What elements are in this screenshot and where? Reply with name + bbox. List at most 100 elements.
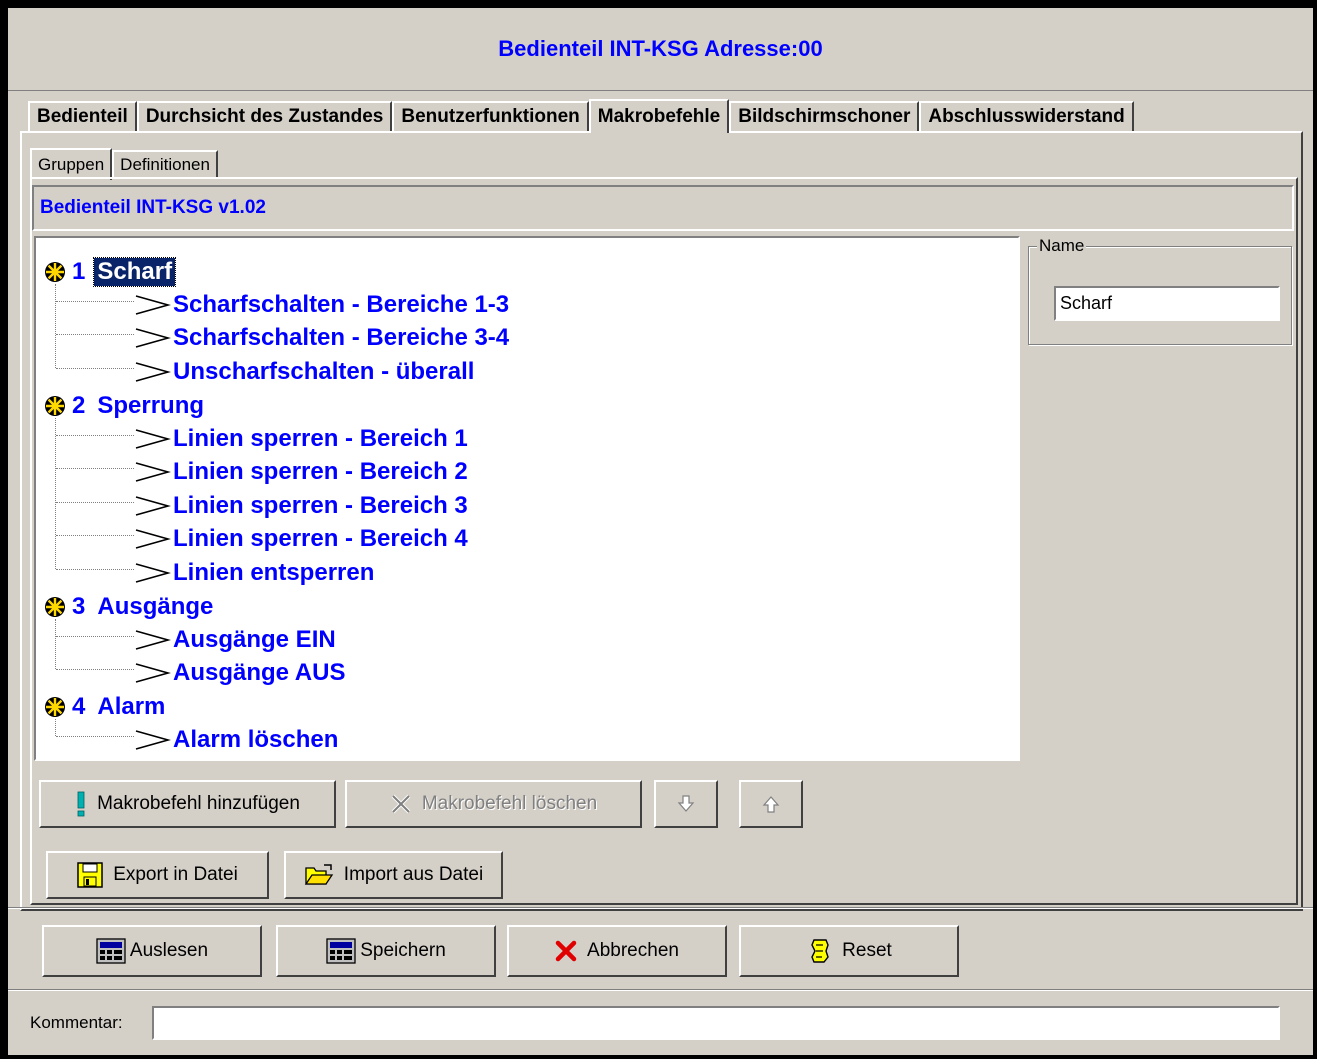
move-up-button[interactable] bbox=[739, 780, 803, 828]
macro-label: Linien entsperren bbox=[173, 559, 375, 586]
delete-macro-button[interactable]: Makrobefehl löschen bbox=[345, 780, 642, 828]
tab-makrobefehle[interactable]: Makrobefehle bbox=[588, 99, 730, 133]
tree-macro-item[interactable]: Unscharfschalten - überall bbox=[134, 357, 474, 387]
tree-connector bbox=[56, 636, 134, 637]
reset-icon bbox=[811, 939, 829, 963]
macro-label: Scharfschalten - Bereiche 3-4 bbox=[173, 324, 510, 351]
tree-group-2[interactable]: 2 Sperrung bbox=[44, 391, 207, 421]
star-bullet-icon bbox=[45, 396, 65, 416]
tree-connector bbox=[55, 619, 56, 669]
triangle-arrow-icon bbox=[135, 730, 171, 750]
tree-macro-item[interactable]: Linien entsperren bbox=[134, 558, 374, 588]
name-input[interactable] bbox=[1054, 286, 1280, 321]
version-label: Bedienteil INT-KSG v1.02 bbox=[32, 185, 1294, 231]
group-number: 3 bbox=[72, 593, 86, 620]
tree-macro-item[interactable]: Scharfschalten - Bereiche 3-4 bbox=[134, 323, 509, 353]
group-label[interactable]: Ausgänge bbox=[94, 593, 216, 621]
main-window: Bedienteil INT-KSG Adresse:00 Bedienteil… bbox=[8, 8, 1313, 1055]
tree-macro-item[interactable]: Linien sperren - Bereich 4 bbox=[134, 524, 468, 554]
add-macro-label: Makrobefehl hinzufügen bbox=[97, 793, 300, 814]
macro-label: Ausgänge EIN bbox=[173, 626, 336, 653]
tree-connector bbox=[56, 502, 134, 503]
tree-macro-item[interactable]: Linien sperren - Bereich 2 bbox=[134, 457, 468, 487]
tab-abschlusswiderstand[interactable]: Abschlusswiderstand bbox=[919, 101, 1134, 131]
star-bullet-icon bbox=[45, 597, 65, 617]
cross-icon bbox=[391, 794, 411, 814]
macro-label: Ausgänge AUS bbox=[173, 659, 346, 686]
macro-tree[interactable]: 1 Scharf Scharfschalten - Bereiche 1-3 S… bbox=[34, 236, 1020, 761]
import-label: Import aus Datei bbox=[343, 864, 484, 885]
triangle-arrow-icon bbox=[135, 362, 171, 382]
comment-input[interactable] bbox=[152, 1006, 1280, 1040]
star-bullet-icon bbox=[45, 262, 65, 282]
triangle-arrow-icon bbox=[135, 563, 171, 583]
star-bullet-icon bbox=[45, 697, 65, 717]
read-button[interactable]: Auslesen bbox=[42, 925, 262, 977]
triangle-arrow-icon bbox=[135, 295, 171, 315]
macro-label: Scharfschalten - Bereiche 1-3 bbox=[173, 291, 510, 318]
reset-button[interactable]: Reset bbox=[739, 925, 959, 977]
calculator-icon bbox=[96, 938, 126, 964]
cancel-button[interactable]: Abbrechen bbox=[507, 925, 727, 977]
macro-label: Unscharfschalten - überall bbox=[173, 358, 475, 385]
tree-connector bbox=[56, 435, 134, 436]
subtab-definitionen[interactable]: Definitionen bbox=[112, 150, 218, 178]
subtab-gruppen[interactable]: Gruppen bbox=[30, 148, 113, 180]
import-button[interactable]: Import aus Datei bbox=[284, 851, 503, 899]
name-groupbox: Name bbox=[1028, 236, 1292, 345]
arrow-down-icon bbox=[677, 795, 695, 812]
group-label[interactable]: Scharf bbox=[93, 257, 177, 287]
group-number: 2 bbox=[72, 392, 86, 419]
tree-macro-item[interactable]: Ausgänge EIN bbox=[134, 625, 336, 655]
reset-label: Reset bbox=[842, 940, 892, 961]
tree-connector bbox=[55, 418, 56, 569]
tab-bildschirmschoner[interactable]: Bildschirmschoner bbox=[729, 101, 920, 131]
triangle-arrow-icon bbox=[135, 630, 171, 650]
macro-label: Linien sperren - Bereich 1 bbox=[173, 425, 468, 452]
sub-tab-bar: Gruppen Definitionen bbox=[30, 144, 218, 180]
tree-connector bbox=[56, 368, 134, 369]
tab-benutzerfunktionen[interactable]: Benutzerfunktionen bbox=[392, 101, 589, 131]
tab-durchsicht[interactable]: Durchsicht des Zustandes bbox=[136, 101, 393, 131]
group-label[interactable]: Alarm bbox=[94, 693, 168, 721]
floppy-disk-icon bbox=[77, 862, 103, 888]
macro-label: Linien sperren - Bereich 3 bbox=[173, 492, 468, 519]
group-number: 1 bbox=[72, 258, 86, 285]
tree-group-1[interactable]: 1 Scharf bbox=[44, 257, 177, 287]
tree-connector bbox=[56, 569, 134, 570]
tree-connector bbox=[56, 669, 134, 670]
name-legend: Name bbox=[1037, 236, 1087, 256]
move-down-button[interactable] bbox=[654, 780, 718, 828]
triangle-arrow-icon bbox=[135, 529, 171, 549]
separator bbox=[8, 989, 1313, 991]
macro-label: Linien sperren - Bereich 4 bbox=[173, 525, 468, 552]
triangle-arrow-icon bbox=[135, 328, 171, 348]
group-number: 4 bbox=[72, 693, 86, 720]
calculator-icon bbox=[326, 938, 356, 964]
add-macro-button[interactable]: Makrobefehl hinzufügen bbox=[39, 780, 336, 828]
tree-macro-item[interactable]: Ausgänge AUS bbox=[134, 658, 345, 688]
triangle-arrow-icon bbox=[135, 663, 171, 683]
window-title: Bedienteil INT-KSG Adresse:00 bbox=[8, 8, 1313, 91]
tree-group-3[interactable]: 3 Ausgänge bbox=[44, 592, 216, 622]
tree-group-4[interactable]: 4 Alarm bbox=[44, 692, 168, 722]
tree-connector bbox=[56, 468, 134, 469]
tree-macro-item[interactable]: Alarm löschen bbox=[134, 725, 338, 755]
red-x-icon bbox=[555, 940, 577, 962]
comment-label: Kommentar: bbox=[30, 1013, 123, 1032]
macro-label: Alarm löschen bbox=[173, 726, 339, 753]
tree-macro-item[interactable]: Linien sperren - Bereich 3 bbox=[134, 491, 468, 521]
tab-bedienteil[interactable]: Bedienteil bbox=[28, 101, 137, 131]
triangle-arrow-icon bbox=[135, 496, 171, 516]
tree-connector bbox=[56, 535, 134, 536]
tree-connector bbox=[56, 736, 134, 737]
triangle-arrow-icon bbox=[135, 429, 171, 449]
separator bbox=[8, 907, 1313, 909]
tree-macro-item[interactable]: Scharfschalten - Bereiche 1-3 bbox=[134, 290, 509, 320]
group-label[interactable]: Sperrung bbox=[94, 392, 207, 420]
tree-macro-item[interactable]: Linien sperren - Bereich 1 bbox=[134, 424, 468, 454]
save-button[interactable]: Speichern bbox=[276, 925, 496, 977]
open-folder-icon bbox=[304, 864, 334, 885]
export-button[interactable]: Export in Datei bbox=[46, 851, 269, 899]
cancel-label: Abbrechen bbox=[587, 940, 679, 961]
